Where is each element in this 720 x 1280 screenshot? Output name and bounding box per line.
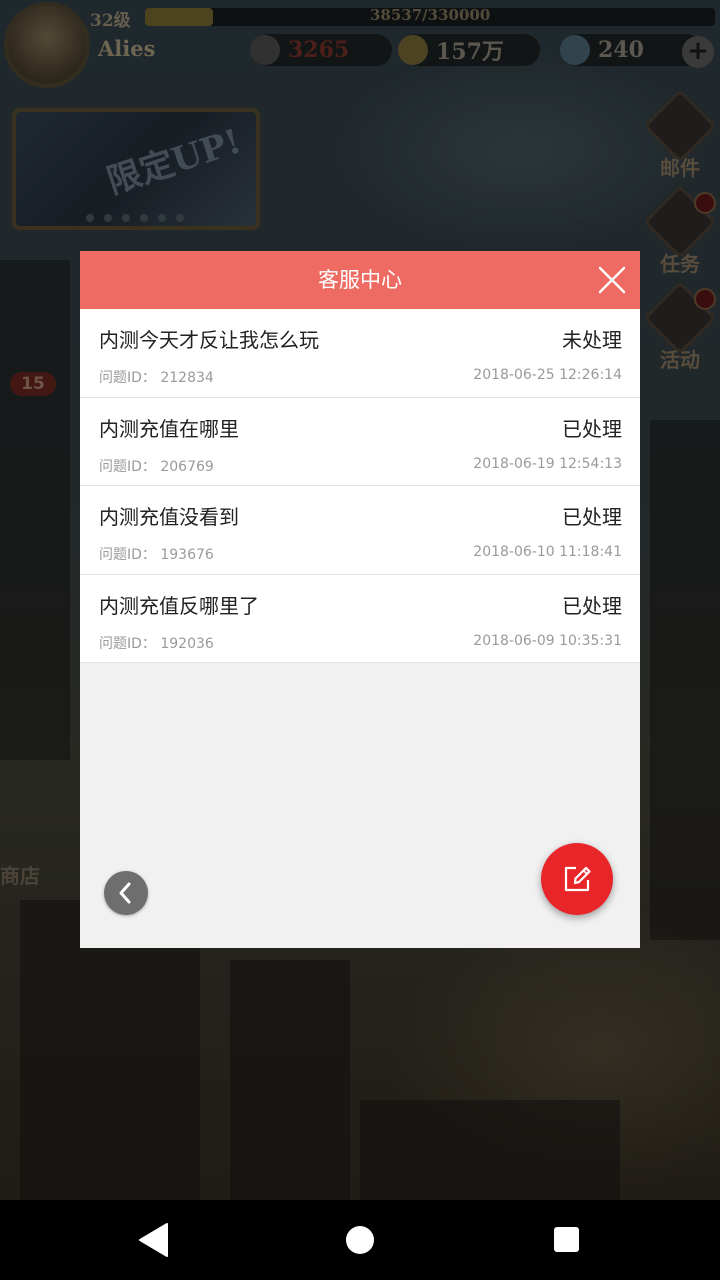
system-nav-bar <box>0 1200 720 1280</box>
ticket-time: 2018-06-19 12:54:13 <box>473 455 622 472</box>
ticket-title: 内测充值没看到 <box>99 505 239 529</box>
ticket-status: 已处理 <box>562 416 622 441</box>
nav-home-button[interactable] <box>346 1226 374 1254</box>
ticket-title: 内测充值在哪里 <box>99 416 239 441</box>
ticket-list: 内测今天才反让我怎么玩 未处理 问题ID： 212834 2018-06-25 … <box>80 309 640 663</box>
ticket-row[interactable]: 内测今天才反让我怎么玩 未处理 问题ID： 212834 2018-06-25 … <box>80 309 640 398</box>
ticket-time: 2018-06-25 12:26:14 <box>473 367 622 383</box>
edit-icon <box>564 866 591 892</box>
ticket-row[interactable]: 内测充值没看到 已处理 问题ID： 193676 2018-06-10 11:1… <box>80 486 640 575</box>
ticket-status: 已处理 <box>562 505 622 529</box>
nav-recent-apps-button[interactable] <box>554 1227 579 1252</box>
ticket-id: 问题ID： 193676 <box>99 547 214 563</box>
ticket-row[interactable]: 内测充值在哪里 已处理 问题ID： 206769 2018-06-19 12:5… <box>80 397 640 486</box>
close-icon <box>598 266 626 294</box>
chevron-left-icon <box>119 882 131 904</box>
ticket-row[interactable]: 内测充值反哪里了 已处理 问题ID： 192036 2018-06-09 10:… <box>80 574 640 663</box>
new-ticket-button[interactable] <box>541 843 613 915</box>
ticket-id: 问题ID： 192036 <box>99 635 214 652</box>
dialog-header: 客服中心 <box>80 251 640 309</box>
ticket-time: 2018-06-10 11:18:41 <box>473 544 622 560</box>
ticket-id: 问题ID： 206769 <box>99 458 214 475</box>
triangle-back-icon <box>139 1223 168 1257</box>
ticket-title: 内测充值反哪里了 <box>99 593 259 618</box>
ticket-id: 问题ID： 212834 <box>99 370 214 386</box>
back-button[interactable] <box>104 871 148 915</box>
customer-service-dialog: 客服中心 内测今天才反让我怎么玩 未处理 问题ID： 212834 2018-0… <box>80 251 640 948</box>
close-button[interactable] <box>598 266 626 294</box>
ticket-title: 内测今天才反让我怎么玩 <box>99 328 319 352</box>
dialog-title: 客服中心 <box>318 268 402 292</box>
ticket-status: 已处理 <box>562 593 622 618</box>
nav-back-button[interactable] <box>138 1222 170 1258</box>
ticket-status: 未处理 <box>562 328 622 352</box>
ticket-time: 2018-06-09 10:35:31 <box>473 632 622 649</box>
